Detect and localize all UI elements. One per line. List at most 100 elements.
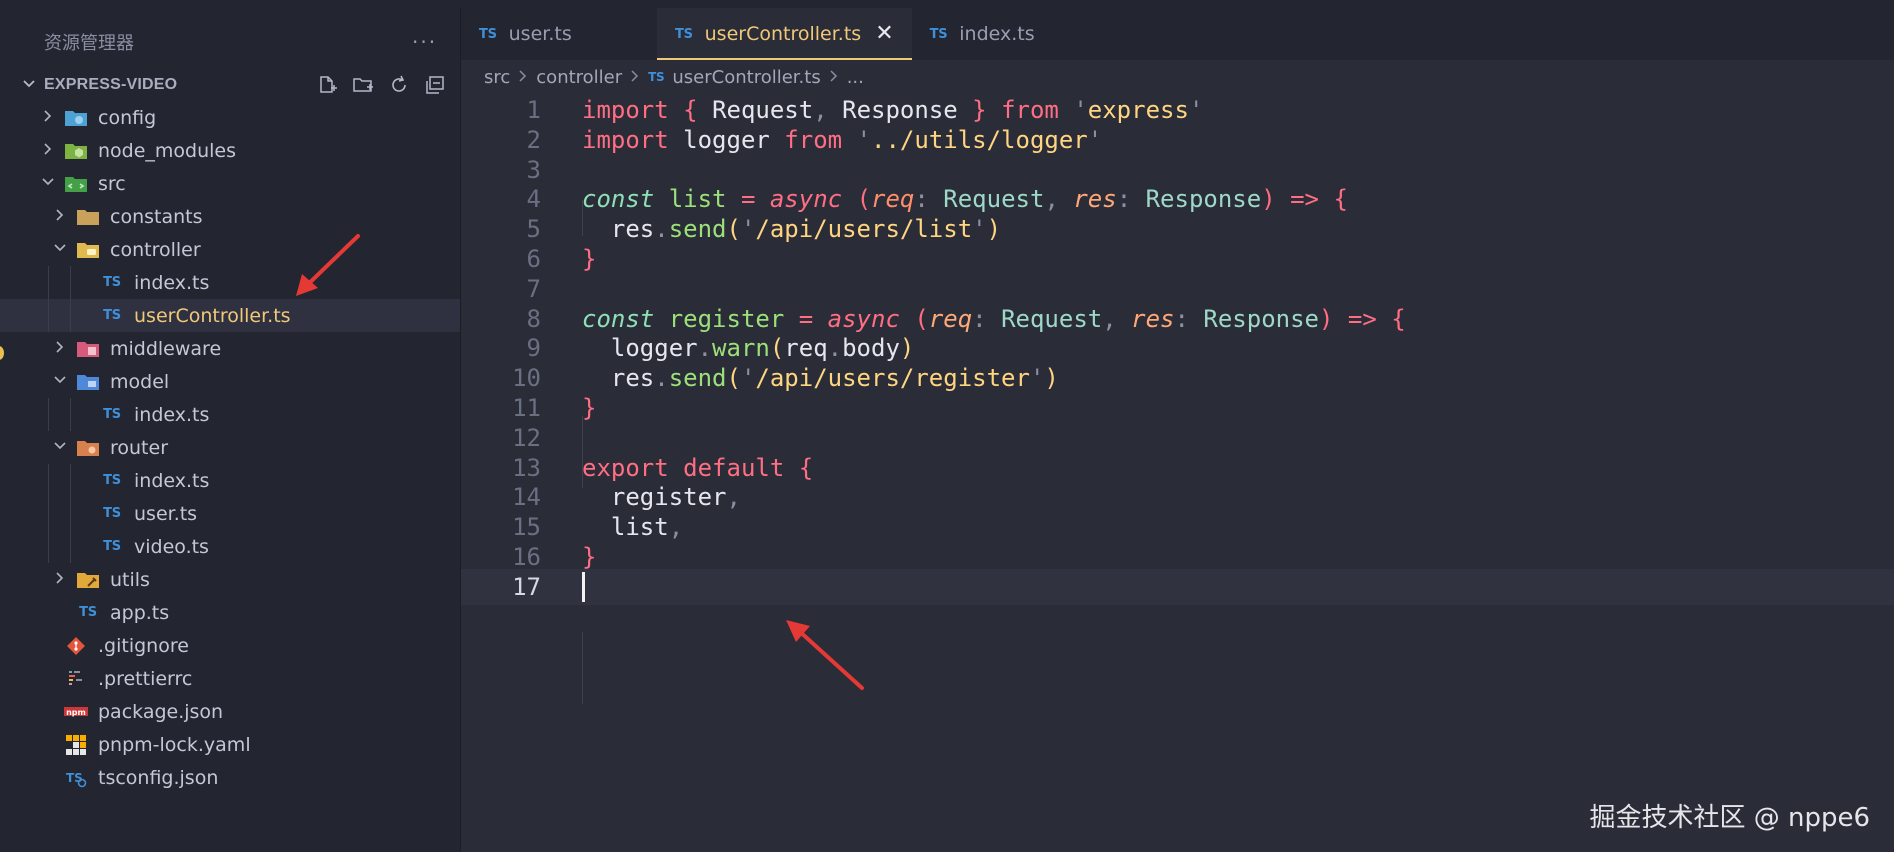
code-token: (	[726, 364, 741, 393]
git-icon	[64, 636, 88, 656]
new-file-icon[interactable]	[314, 72, 340, 98]
new-folder-icon[interactable]	[350, 72, 376, 98]
code-token: (	[914, 304, 929, 333]
tree-file[interactable]: TS userController.ts	[0, 299, 460, 332]
indent-guide	[48, 266, 49, 299]
router-folder-icon	[76, 438, 100, 458]
tab-usercontroller-ts[interactable]: TS userController.ts ✕	[657, 8, 912, 60]
tab-user-ts[interactable]: TS user.ts	[461, 8, 657, 60]
indent-guide	[70, 497, 71, 530]
code-token: res	[582, 364, 655, 393]
tree-folder[interactable]: middleware	[0, 332, 460, 365]
code-token: '	[1087, 125, 1103, 154]
utils-folder-icon	[76, 570, 100, 590]
tree-item-label: utils	[110, 568, 150, 591]
tree-folder[interactable]: node_modules	[0, 134, 460, 167]
code-token: )	[899, 334, 915, 363]
breadcrumb-item[interactable]: controller	[536, 67, 622, 88]
code-token: Request	[712, 96, 814, 124]
config-folder-icon	[64, 108, 88, 128]
code-token: '	[1029, 364, 1045, 393]
breadcrumb-item[interactable]: src	[484, 67, 510, 88]
tree-folder[interactable]: utils	[0, 563, 460, 596]
editor-tabs: TS user.ts TS userController.ts ✕ TS index.ts	[461, 8, 1894, 60]
code-token: req	[928, 304, 973, 333]
tree-folder[interactable]: src	[0, 167, 460, 200]
chevron-right-icon	[52, 208, 68, 226]
line-number: 17	[512, 572, 541, 601]
code-token: .	[654, 364, 669, 393]
chevron-down-icon	[52, 439, 68, 457]
middleware-folder-icon	[76, 339, 100, 359]
collapse-all-icon[interactable]	[422, 72, 448, 98]
indent-guide	[48, 464, 49, 497]
chevron-right-icon	[40, 109, 56, 127]
typescript-icon: TS	[648, 70, 665, 84]
code-token: send	[668, 364, 727, 393]
more-actions-icon[interactable]: ···	[412, 20, 437, 68]
tab-index-ts[interactable]: TS index.ts	[912, 8, 1053, 60]
code-token: )	[1319, 304, 1334, 333]
indent-guide	[70, 299, 71, 332]
code-token: )	[1261, 185, 1276, 214]
code-token: (	[856, 185, 872, 214]
tree-folder[interactable]: constants	[0, 200, 460, 233]
tree-item-label: video.ts	[134, 535, 209, 558]
code-token: req	[871, 185, 915, 214]
npm-icon: npm	[64, 702, 88, 722]
code-token: ../utils/logger	[871, 125, 1088, 154]
code-token: =>	[1333, 304, 1392, 333]
code-token: '	[1188, 96, 1204, 124]
code-token: register	[668, 304, 785, 333]
tree-file[interactable]: npm package.json	[0, 695, 460, 728]
tree-folder[interactable]: router	[0, 431, 460, 464]
tab-label: userController.ts	[704, 23, 862, 45]
code-token: res	[582, 215, 655, 244]
tree-file[interactable]: TS index.ts	[0, 266, 460, 299]
workspace-root[interactable]: EXPRESS-VIDEO	[0, 68, 460, 102]
tree-file[interactable]: TS tsconfig.json	[0, 761, 460, 794]
tree-file[interactable]: .prettierrc	[0, 662, 460, 695]
tree-file[interactable]: TS index.ts	[0, 398, 460, 431]
tree-folder[interactable]: controller	[0, 233, 460, 266]
refresh-icon[interactable]	[386, 72, 412, 98]
close-icon[interactable]: ✕	[875, 23, 893, 45]
breadcrumb-item[interactable]: ...	[847, 67, 864, 88]
chevron-down-icon	[52, 241, 68, 259]
tree-file[interactable]: TS index.ts	[0, 464, 460, 497]
code-token: (	[769, 334, 785, 363]
code-token: logger	[683, 125, 770, 154]
tree-file[interactable]: TS video.ts	[0, 530, 460, 563]
typescript-icon: TS	[675, 26, 693, 42]
tree-folder[interactable]: config	[0, 101, 460, 134]
code-line[interactable]: 17	[461, 568, 1894, 605]
code-token: logger	[582, 334, 698, 363]
tree-folder[interactable]: model	[0, 365, 460, 398]
indent-guide	[70, 530, 71, 563]
tree-file[interactable]: pnpm-lock.yaml	[0, 728, 460, 761]
tree-item-label: package.json	[98, 700, 224, 723]
chevron-right-icon	[40, 142, 56, 160]
indent-guide	[48, 497, 49, 530]
src-folder-icon	[64, 174, 88, 194]
tree-item-label: config	[98, 106, 157, 129]
code-token: :	[972, 304, 1002, 333]
chevron-down-icon	[40, 175, 56, 193]
explorer-sidebar: 资源管理器 ··· EXPRESS-VIDEO config node_modul…	[0, 8, 461, 852]
code-editor[interactable]: 1 import { Request, Response } from 'expr…	[461, 92, 1894, 852]
breadcrumb-item[interactable]: userController.ts	[672, 67, 820, 88]
code-token: Response	[1203, 304, 1319, 333]
chevron-right-icon	[829, 67, 839, 88]
tree-file[interactable]: TS user.ts	[0, 497, 460, 530]
tree-item-label: node_modules	[98, 139, 237, 162]
chevron-right-icon	[52, 340, 68, 358]
code-token: Response	[842, 96, 958, 124]
code-token: warn	[712, 334, 770, 363]
tree-file[interactable]: TS app.ts	[0, 596, 460, 629]
code-token: '	[1073, 96, 1088, 124]
code-token: :	[1174, 304, 1204, 333]
code-token: send	[668, 215, 727, 244]
indent-guide	[48, 299, 49, 332]
tree-file[interactable]: .gitignore	[0, 629, 460, 662]
svg-text:TS: TS	[66, 771, 83, 785]
